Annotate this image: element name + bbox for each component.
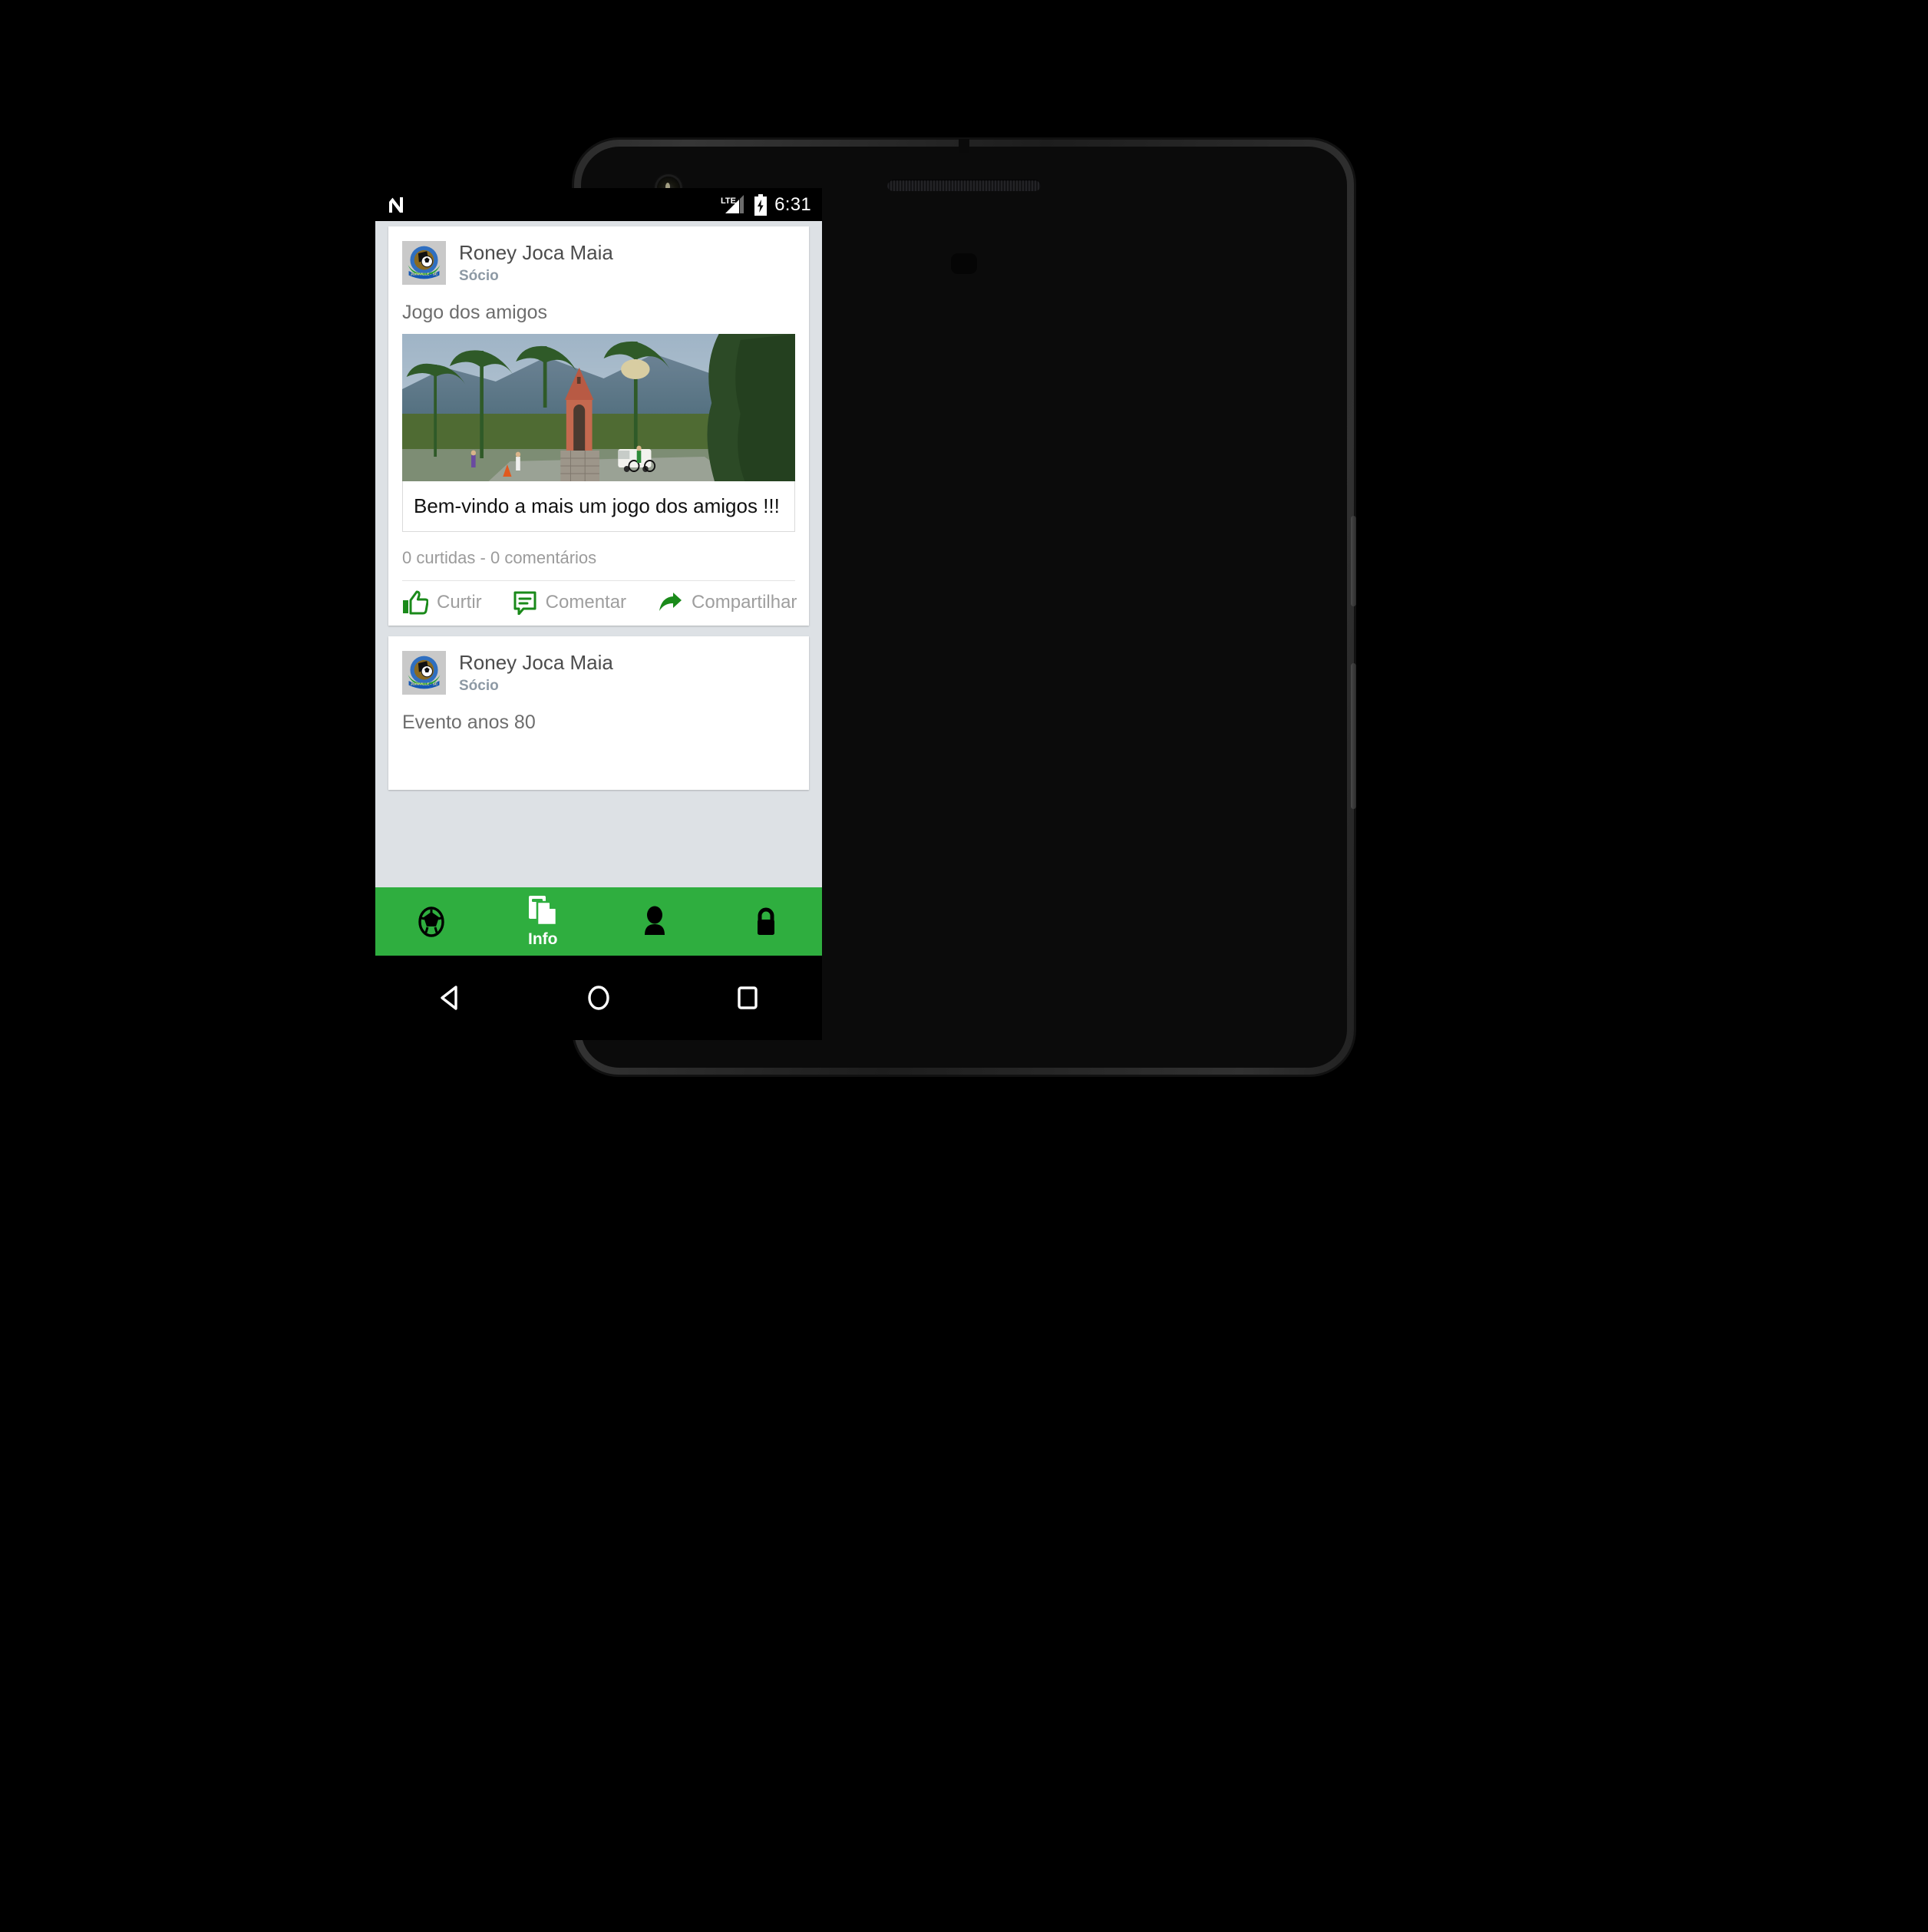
svg-text:JOINVILLE - SC: JOINVILLE - SC xyxy=(411,272,438,277)
share-button[interactable]: Compartilhar xyxy=(657,590,797,615)
nav-item-info[interactable]: Info xyxy=(487,894,599,949)
comment-button[interactable]: Comentar xyxy=(513,590,627,616)
stats-separator: - xyxy=(480,548,486,568)
power-button[interactable] xyxy=(1351,516,1356,606)
post-author-block: Roney Joca Maia Sócio xyxy=(459,241,613,285)
post-author-block: Roney Joca Maia Sócio xyxy=(459,651,613,695)
android-n-logo-icon xyxy=(389,197,403,213)
soccer-ball-icon xyxy=(418,906,444,937)
post-stats: 0 curtidas - 0 comentários xyxy=(388,532,809,580)
post-photo[interactable] xyxy=(402,334,795,482)
nav-item-matches[interactable] xyxy=(375,906,487,937)
volume-rocker-button[interactable] xyxy=(1351,663,1356,809)
comment-icon xyxy=(513,591,536,616)
home-circle-icon[interactable] xyxy=(582,981,616,1015)
status-bar: LTE 6:31 xyxy=(375,188,822,221)
proximity-sensor-icon xyxy=(951,253,977,274)
club-crest-avatar[interactable]: JOINVILLE - SC xyxy=(402,651,446,695)
status-icons: LTE 6:31 xyxy=(721,193,811,216)
android-navigation-bar xyxy=(375,956,822,1040)
documents-icon xyxy=(529,896,558,926)
share-label: Compartilhar xyxy=(692,592,797,613)
post-card[interactable]: JOINVILLE - SC Roney Joca Maia Sócio Eve… xyxy=(388,636,809,791)
post-body-text: Jogo dos amigos xyxy=(402,302,548,324)
earpiece-speaker-icon xyxy=(887,180,1041,191)
likes-count: 0 curtidas xyxy=(402,548,476,568)
recents-square-icon[interactable] xyxy=(731,981,764,1015)
phone-screen: LTE 6:31 JOINVILLE - SC Roney Joca Maia … xyxy=(375,188,822,956)
svg-text:LTE: LTE xyxy=(721,197,736,206)
post-author-role: Sócio xyxy=(459,267,499,284)
back-triangle-icon[interactable] xyxy=(433,981,467,1015)
battery-charging-icon xyxy=(754,193,768,216)
post-feed[interactable]: JOINVILLE - SC Roney Joca Maia Sócio Jog… xyxy=(375,221,822,887)
nav-item-info-label: Info xyxy=(528,930,558,948)
post-header[interactable]: JOINVILLE - SC Roney Joca Maia Sócio xyxy=(388,636,809,699)
person-icon xyxy=(644,906,665,935)
post-header[interactable]: JOINVILLE - SC Roney Joca Maia Sócio xyxy=(388,226,809,289)
nav-item-profile[interactable] xyxy=(599,906,711,938)
post-author-name: Roney Joca Maia xyxy=(459,651,613,675)
svg-text:JOINVILLE - SC: JOINVILLE - SC xyxy=(411,682,438,687)
like-button[interactable]: Curtir xyxy=(402,590,482,615)
post-author-name: Roney Joca Maia xyxy=(459,241,613,264)
like-label: Curtir xyxy=(437,592,482,613)
post-photo-caption: Bem-vindo a mais um jogo dos amigos !!! xyxy=(402,481,795,533)
status-clock: 6:31 xyxy=(774,193,811,215)
bottom-navigation: Info xyxy=(375,887,822,956)
post-author-role: Sócio xyxy=(459,677,499,694)
post-body-text: Evento anos 80 xyxy=(402,712,536,734)
post-card[interactable]: JOINVILLE - SC Roney Joca Maia Sócio Jog… xyxy=(388,226,809,626)
club-crest-avatar[interactable]: JOINVILLE - SC xyxy=(402,241,446,286)
comments-count: 0 comentários xyxy=(490,548,597,568)
lock-icon xyxy=(758,907,775,935)
thumbs-up-icon xyxy=(403,590,428,615)
signal-bars-icon: LTE xyxy=(721,194,744,213)
share-arrow-icon xyxy=(659,593,682,612)
nav-item-secure[interactable] xyxy=(711,906,823,938)
antenna-mark xyxy=(959,139,969,153)
post-actions: Curtir Comentar Compartilhar xyxy=(402,580,797,626)
comment-label: Comentar xyxy=(545,592,627,613)
